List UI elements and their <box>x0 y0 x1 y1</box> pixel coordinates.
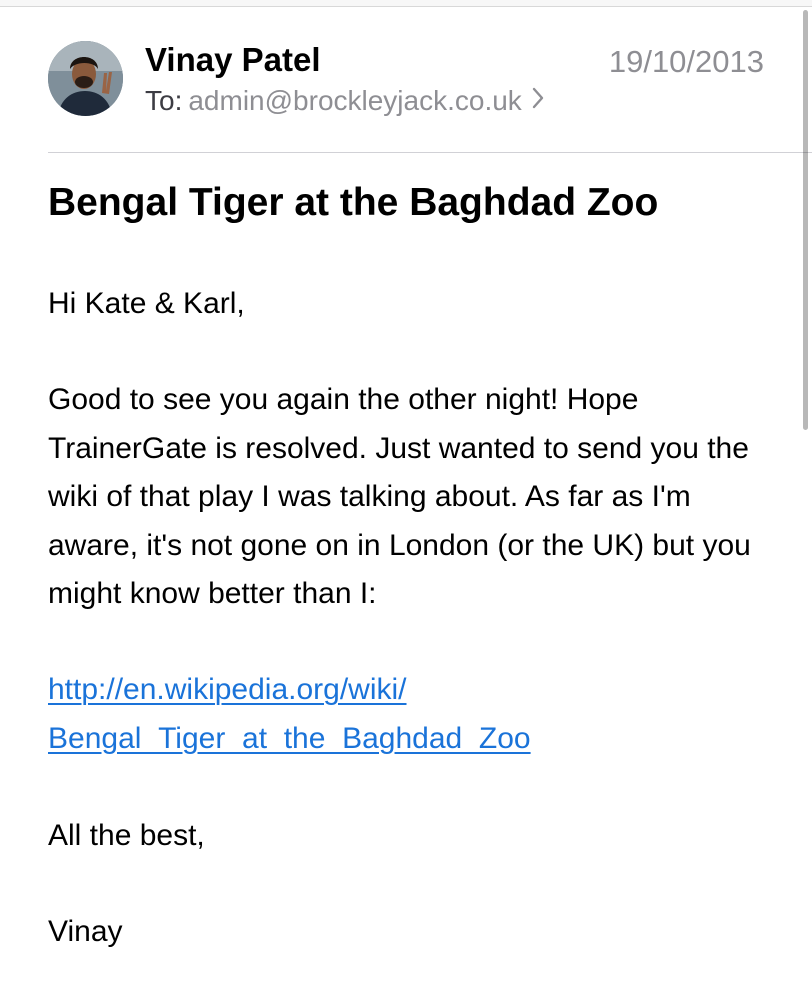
to-label: To: <box>145 85 183 116</box>
top-edge <box>0 0 812 7</box>
sender-avatar[interactable] <box>48 41 123 116</box>
wikipedia-link-line-2[interactable]: Bengal_Tiger_at_the_Baghdad_Zoo <box>48 715 778 764</box>
recipient-line[interactable]: To: admin@brockleyjack.co.uk <box>145 84 544 120</box>
email-subject: Bengal Tiger at the Baghdad Zoo <box>48 181 659 224</box>
wikipedia-link[interactable]: http://en.wikipedia.org/wiki/ Bengal_Tig… <box>48 666 778 763</box>
email-signoff: All the best, <box>48 819 205 852</box>
email-signature: Vinay <box>48 915 123 948</box>
message-header: Vinay Patel 19/10/2013 To: admin@brockley… <box>48 38 764 118</box>
scrollbar[interactable] <box>803 10 808 430</box>
email-greeting: Hi Kate & Karl, <box>48 287 245 320</box>
chevron-right-icon[interactable] <box>532 83 544 117</box>
message-date: 19/10/2013 <box>608 44 764 79</box>
recipient-address[interactable]: admin@brockleyjack.co.uk <box>188 85 521 116</box>
header-divider <box>48 152 812 153</box>
avatar-photo-icon <box>48 41 123 116</box>
wikipedia-link-line-1[interactable]: http://en.wikipedia.org/wiki/ <box>48 666 778 715</box>
sender-name[interactable]: Vinay Patel <box>145 40 321 80</box>
email-body-paragraph: Good to see you again the other night! H… <box>48 383 751 610</box>
